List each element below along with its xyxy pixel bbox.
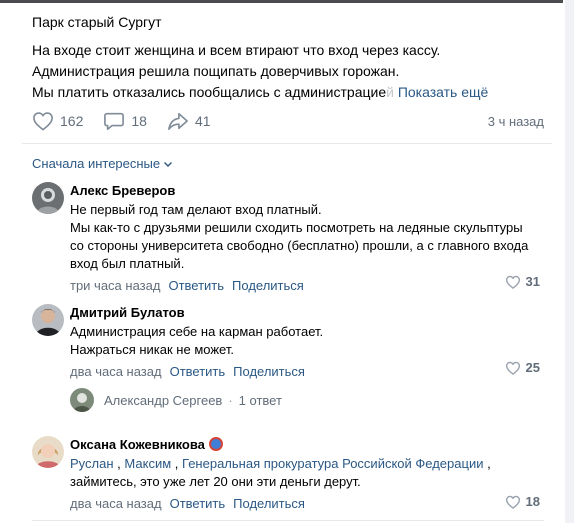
show-more-link[interactable]: Показать ещё	[398, 84, 489, 100]
heart-icon	[505, 275, 520, 289]
comment-body: Оксана Кожевникова Руслан , Максим , Ген…	[70, 436, 544, 513]
mention-link[interactable]: Генеральная прокуратура Российской Федер…	[182, 456, 483, 471]
post-text: На входе стоит женщина и всем втирают чт…	[32, 40, 552, 103]
post: Парк старый Сургут На входе стоит женщин…	[32, 12, 552, 103]
comment-author[interactable]: Оксана Кожевникова	[70, 437, 205, 452]
thread-reply-count[interactable]: 1 ответ	[239, 393, 282, 408]
scrollbar-track[interactable]	[565, 0, 574, 523]
comment-count: 18	[131, 113, 147, 129]
post-text-line: Администрация решила пощипать доверчивых…	[32, 63, 400, 79]
post-title: Парк старый Сургут	[32, 14, 162, 30]
share-button[interactable]: 41	[167, 111, 211, 131]
comment-like-button[interactable]: 25	[505, 360, 540, 375]
share-comment-button[interactable]: Поделиться	[233, 495, 305, 513]
comment-author[interactable]: Алекс Бреверов	[70, 182, 544, 199]
comment-like-button[interactable]: 31	[505, 274, 540, 289]
thread-author[interactable]: Александр Сергеев	[104, 393, 222, 408]
comment-text-line: Мы как-то с друзьями решили сходить посм…	[70, 220, 523, 235]
chevron-down-icon	[164, 161, 173, 167]
comment-author[interactable]: Дмитрий Булатов	[70, 304, 544, 321]
separator-dot: ·	[228, 392, 233, 408]
avatar[interactable]	[32, 304, 64, 336]
post-actions: 162 18 41 3 ч назад	[32, 108, 544, 134]
top-bar	[0, 0, 563, 3]
comment-body: Дмитрий Булатов Администрация себе на ка…	[70, 304, 544, 381]
comment-button[interactable]: 18	[103, 111, 147, 131]
comment-body: Алекс Бреверов Не первый год там делают …	[70, 182, 544, 295]
comment-text: Руслан , Максим , Генеральная прокуратур…	[70, 455, 544, 491]
comment-meta: два часа назад Ответить Поделиться	[70, 495, 544, 513]
comment-text-line: займитесь, это уже лет 20 они эти деньги…	[70, 474, 361, 489]
reply-button[interactable]: Ответить	[170, 363, 226, 381]
comment-like-button[interactable]: 18	[505, 494, 540, 509]
emoji-icon	[208, 437, 223, 451]
like-button[interactable]: 162	[32, 111, 83, 131]
post-text-line-start: Мы платить отказались пообщались с админ…	[32, 84, 387, 100]
comment-text: Не первый год там делают вход платный. М…	[70, 201, 544, 273]
share-comment-button[interactable]: Поделиться	[233, 363, 305, 381]
share-comment-button[interactable]: Поделиться	[232, 277, 304, 295]
post-text-line: На входе стоит женщина и всем втирают чт…	[32, 42, 441, 58]
comment-meta: два часа назад Ответить Поделиться	[70, 363, 544, 381]
post-text-fade: й	[386, 84, 394, 100]
comment-text-line: Администрация себе на карман работает.	[70, 324, 324, 339]
comment-text-line: вход был платный.	[70, 256, 185, 271]
comment: Оксана Кожевникова Руслан , Максим , Ген…	[32, 436, 544, 516]
comment-text: Администрация себе на карман работает. Н…	[70, 323, 544, 359]
reply-thread[interactable]: Александр Сергеев · 1 ответ	[70, 388, 282, 412]
comment-meta: три часа назад Ответить Поделиться	[70, 277, 544, 295]
separator: ,	[174, 456, 179, 471]
comment-time[interactable]: два часа назад	[70, 363, 162, 381]
share-count: 41	[194, 113, 211, 129]
comment-text-line: со стороны университета свободно (беспла…	[70, 238, 529, 253]
divider	[32, 520, 544, 521]
heart-icon	[505, 361, 520, 375]
comment-text-line: Не первый год там делают вход платный.	[70, 202, 322, 217]
post-time[interactable]: 3 ч назад	[488, 114, 544, 129]
comment-text-line: Нажраться никак не может.	[70, 342, 234, 357]
reply-button[interactable]: Ответить	[168, 277, 224, 295]
sort-label: Сначала интересные	[32, 156, 161, 171]
comment-like-count: 25	[525, 360, 540, 375]
comment-time[interactable]: три часа назад	[70, 277, 160, 295]
heart-icon	[33, 112, 53, 131]
comment-like-count: 31	[525, 274, 540, 289]
comment-icon	[104, 112, 125, 130]
avatar	[70, 388, 94, 412]
reply-button[interactable]: Ответить	[170, 495, 226, 513]
avatar[interactable]	[32, 182, 64, 214]
sort-dropdown[interactable]: Сначала интересные	[32, 156, 173, 171]
comment-text-line: Руслан , Максим , Генеральная прокуратур…	[70, 455, 544, 473]
mention-link[interactable]: Руслан	[70, 456, 114, 471]
comment-like-count: 18	[525, 494, 540, 509]
separator: ,	[117, 456, 121, 471]
comment-author-row: Оксана Кожевникова	[70, 436, 544, 453]
share-icon	[168, 112, 188, 130]
separator: ,	[487, 456, 491, 471]
comment-time[interactable]: два часа назад	[70, 495, 162, 513]
comment: Дмитрий Булатов Администрация себе на ка…	[32, 304, 544, 381]
heart-icon	[505, 495, 520, 509]
avatar[interactable]	[32, 436, 64, 468]
like-count: 162	[60, 113, 84, 129]
post-text-line-last: Мы платить отказались пообщались с админ…	[32, 82, 552, 103]
mention-link[interactable]: Максим	[124, 456, 171, 471]
comment: Алекс Бреверов Не первый год там делают …	[32, 182, 544, 295]
divider	[22, 143, 552, 144]
